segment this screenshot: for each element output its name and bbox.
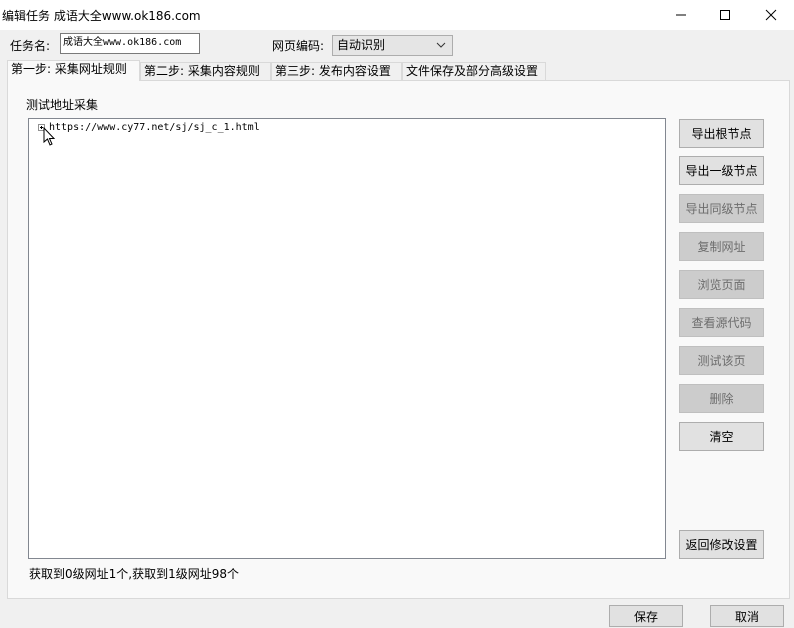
export-sibling-button[interactable]: 导出同级节点	[679, 194, 764, 223]
tab-publish-settings[interactable]: 第三步: 发布内容设置	[271, 62, 402, 80]
minimize-button[interactable]	[658, 0, 704, 30]
mouse-cursor-icon	[43, 127, 56, 146]
cancel-button[interactable]: 取消	[710, 605, 784, 627]
window-title: 编辑任务 成语大全www.ok186.com	[2, 9, 201, 23]
minimize-icon	[676, 14, 686, 16]
export-root-button[interactable]: 导出根节点	[679, 119, 764, 148]
test-page-button[interactable]: 测试该页	[679, 346, 764, 375]
maximize-icon	[720, 10, 730, 20]
browse-page-button[interactable]: 浏览页面	[679, 270, 764, 299]
copy-url-button[interactable]: 复制网址	[679, 232, 764, 261]
task-name-input[interactable]: 成语大全www.ok186.com	[60, 33, 200, 54]
tab-url-rules[interactable]: 第一步: 采集网址规则	[7, 60, 140, 81]
clear-button[interactable]: 清空	[679, 422, 764, 451]
chevron-down-icon	[436, 42, 446, 48]
task-name-label: 任务名:	[10, 39, 51, 53]
save-button[interactable]: 保存	[609, 605, 683, 627]
encoding-label: 网页编码:	[272, 39, 325, 53]
section-title: 测试地址采集	[26, 98, 99, 112]
close-icon	[765, 9, 777, 21]
title-bar: 编辑任务 成语大全www.ok186.com	[0, 0, 794, 30]
tree-node-label: https://www.cy77.net/sj/sj_c_1.html	[49, 122, 260, 133]
tab-file-save-settings[interactable]: 文件保存及部分高级设置	[402, 62, 546, 80]
close-button[interactable]	[748, 0, 794, 30]
status-text: 获取到0级网址1个,获取到1级网址98个	[29, 567, 239, 581]
encoding-select[interactable]: 自动识别	[332, 35, 453, 56]
export-level1-button[interactable]: 导出一级节点	[679, 156, 764, 185]
tab-content-rules[interactable]: 第二步: 采集内容规则	[140, 62, 271, 80]
delete-button[interactable]: 删除	[679, 384, 764, 413]
view-source-button[interactable]: 查看源代码	[679, 308, 764, 337]
maximize-button[interactable]	[702, 0, 748, 30]
url-tree[interactable]: https://www.cy77.net/sj/sj_c_1.html	[28, 118, 666, 559]
back-to-settings-button[interactable]: 返回修改设置	[679, 530, 764, 559]
encoding-value: 自动识别	[337, 38, 386, 52]
tree-node[interactable]: https://www.cy77.net/sj/sj_c_1.html	[38, 122, 260, 133]
